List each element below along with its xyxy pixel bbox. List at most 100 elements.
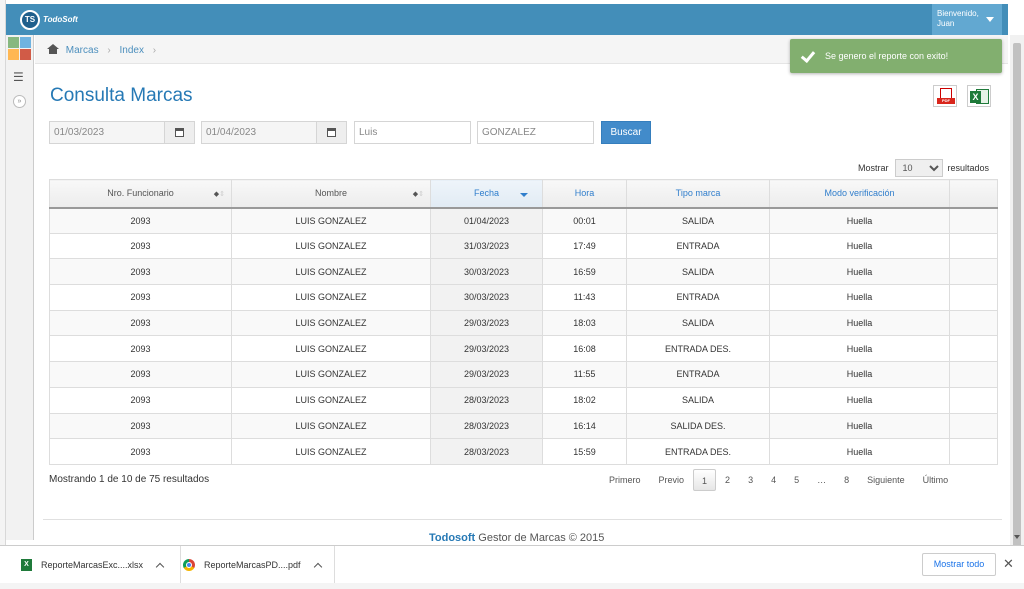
date-from-input[interactable]: 01/03/2023 xyxy=(49,121,165,144)
download-filename: ReporteMarcasPD....pdf xyxy=(204,560,301,570)
cell-actions xyxy=(949,309,998,337)
cell-nombre: LUIS GONZALEZ xyxy=(231,284,431,311)
last-name-input[interactable]: GONZALEZ xyxy=(477,121,594,144)
page-size-label-before: Mostrar xyxy=(858,162,889,173)
column-header-fecha[interactable]: Fecha xyxy=(430,179,543,209)
pagination-page[interactable]: 5 xyxy=(785,469,808,491)
table-row[interactable]: 2093 LUIS GONZALEZ 30/03/2023 16:59 SALIDA Hu… xyxy=(49,258,998,286)
pagination-first[interactable]: Primero xyxy=(600,469,650,491)
calendar-icon xyxy=(175,128,184,137)
cell-actions xyxy=(949,412,998,440)
cell-fecha: 30/03/2023 xyxy=(430,284,543,311)
sort-icon: ◆⇕ xyxy=(412,191,424,198)
cell-nro-funcionario: 2093 xyxy=(49,284,232,311)
table-row[interactable]: 2093 LUIS GONZALEZ 29/03/2023 16:08 ENTRADA … xyxy=(49,335,998,363)
cell-modo-verificacion: Huella xyxy=(769,284,950,311)
column-header-tipo-marca[interactable]: Tipo marca xyxy=(626,179,770,209)
pagination-page[interactable]: 4 xyxy=(762,469,785,491)
breadcrumb-separator-icon: › xyxy=(107,45,111,56)
page-footer: Todosoft Gestor de Marcas © 2015 xyxy=(429,532,604,544)
cell-nro-funcionario: 2093 xyxy=(49,386,232,414)
download-item-xlsx[interactable]: X ReporteMarcasExc....xlsx xyxy=(21,546,182,584)
column-header-modo-verificacion[interactable]: Modo verificación xyxy=(769,179,950,209)
cell-nombre: LUIS GONZALEZ xyxy=(231,386,431,414)
check-icon xyxy=(800,49,814,63)
cell-tipo-marca: SALIDA DES. xyxy=(626,412,770,440)
date-from-calendar-button[interactable] xyxy=(165,121,195,144)
download-item-pdf[interactable]: ReporteMarcasPD....pdf xyxy=(183,546,335,584)
cell-nombre: LUIS GONZALEZ xyxy=(231,207,431,234)
table-row[interactable]: 2093 LUIS GONZALEZ 31/03/2023 17:49 ENTRADA H… xyxy=(49,232,998,260)
excel-label: X xyxy=(970,91,981,103)
table-row[interactable]: 2093 LUIS GONZALEZ 29/03/2023 11:55 ENTRADA H… xyxy=(49,361,998,388)
footer-divider xyxy=(43,519,1002,520)
success-toast[interactable]: Se genero el reporte con exito! xyxy=(790,39,1002,73)
table-row[interactable]: 2093 LUIS GONZALEZ 28/03/2023 18:02 SALIDA Hu… xyxy=(49,386,998,414)
table-row[interactable]: 2093 LUIS GONZALEZ 28/03/2023 15:59 ENTRADA … xyxy=(49,438,998,465)
pagination-ellipsis: … xyxy=(817,475,827,485)
cell-actions xyxy=(949,335,998,363)
cell-fecha: 29/03/2023 xyxy=(430,309,543,337)
cell-hora: 16:59 xyxy=(542,258,627,286)
app-logo[interactable]: TS TodoSoft xyxy=(20,9,92,30)
cell-nro-funcionario: 2093 xyxy=(49,258,232,286)
cell-nombre: LUIS GONZALEZ xyxy=(231,361,431,388)
pagination-page[interactable]: 3 xyxy=(739,469,762,491)
user-menu[interactable]: Bienvenido, Juan xyxy=(932,4,1002,35)
export-excel-button[interactable]: X xyxy=(967,85,991,107)
table-row[interactable]: 2093 LUIS GONZALEZ 28/03/2023 16:14 SALIDA D… xyxy=(49,412,998,440)
scrollbar-thumb[interactable] xyxy=(1013,43,1021,548)
search-button[interactable]: Buscar xyxy=(601,121,651,144)
chevron-up-icon[interactable] xyxy=(313,562,322,571)
calendar-icon xyxy=(327,128,336,137)
page-size-select[interactable]: 10 xyxy=(894,158,943,177)
pagination-last[interactable]: Último xyxy=(914,469,958,491)
cell-nro-funcionario: 2093 xyxy=(49,232,232,260)
cell-modo-verificacion: Huella xyxy=(769,386,950,414)
column-header-nro-funcionario[interactable]: Nro. Funcionario ◆⇕ xyxy=(49,179,232,209)
pagination-page[interactable]: 1 xyxy=(693,469,717,491)
cell-tipo-marca: ENTRADA DES. xyxy=(626,438,770,465)
cell-hora: 11:43 xyxy=(542,284,627,311)
cell-tipo-marca: ENTRADA xyxy=(626,284,770,311)
table-row[interactable]: 2093 LUIS GONZALEZ 29/03/2023 18:03 SALIDA Hu… xyxy=(49,309,998,337)
chevron-up-icon[interactable] xyxy=(155,562,165,571)
close-icon[interactable]: ✕ xyxy=(1003,556,1014,572)
cell-actions xyxy=(949,438,998,465)
footer-brand: Todosoft xyxy=(429,532,476,544)
cell-actions xyxy=(949,361,998,388)
pagination-page[interactable]: 8 xyxy=(835,469,858,491)
cell-tipo-marca: SALIDA xyxy=(626,309,770,337)
sort-icon: ◆⇕ xyxy=(213,191,225,198)
export-pdf-button[interactable]: PDF xyxy=(933,85,957,107)
cell-nombre: LUIS GONZALEZ xyxy=(231,412,431,440)
date-to-calendar-button[interactable] xyxy=(317,121,347,144)
sidebar-collapse-icon[interactable]: » xyxy=(13,95,26,108)
first-name-input[interactable]: Luis xyxy=(354,121,471,144)
scroll-down-icon[interactable] xyxy=(1014,535,1020,539)
breadcrumb-item-marcas[interactable]: Marcas xyxy=(66,45,99,56)
table-row[interactable]: 2093 LUIS GONZALEZ 01/04/2023 00:01 SALIDA Hu… xyxy=(49,207,998,234)
list-menu-icon[interactable]: ☰ xyxy=(13,71,27,83)
breadcrumb-item-index[interactable]: Index xyxy=(119,45,143,56)
download-filename: ReporteMarcasExc....xlsx xyxy=(41,560,144,570)
column-header-hora[interactable]: Hora xyxy=(542,179,627,209)
date-to-input[interactable]: 01/04/2023 xyxy=(201,121,317,144)
chrome-icon xyxy=(183,559,195,571)
column-header-nombre[interactable]: Nombre ◆⇕ xyxy=(231,179,431,209)
cell-modo-verificacion: Huella xyxy=(769,361,950,388)
pagination-prev[interactable]: Previo xyxy=(650,469,694,491)
cell-hora: 00:01 xyxy=(542,207,627,234)
pagination-page[interactable]: 2 xyxy=(716,469,739,491)
vertical-scrollbar[interactable] xyxy=(1010,35,1024,548)
page-size-label-after: resultados xyxy=(947,162,990,173)
shortcuts-tiles-icon[interactable] xyxy=(8,37,32,61)
table-row[interactable]: 2093 LUIS GONZALEZ 30/03/2023 11:43 ENTRADA H… xyxy=(49,284,998,311)
cell-tipo-marca: ENTRADA xyxy=(626,232,770,260)
cell-hora: 16:14 xyxy=(542,412,627,440)
cell-tipo-marca: SALIDA xyxy=(626,207,770,234)
table-header-row: Nro. Funcionario ◆⇕ Nombre ◆⇕ Fecha Hora T… xyxy=(49,179,998,209)
home-icon[interactable] xyxy=(47,44,59,54)
pagination-next[interactable]: Siguiente xyxy=(858,469,914,491)
show-all-downloads-button[interactable]: Mostrar todo xyxy=(922,553,996,576)
